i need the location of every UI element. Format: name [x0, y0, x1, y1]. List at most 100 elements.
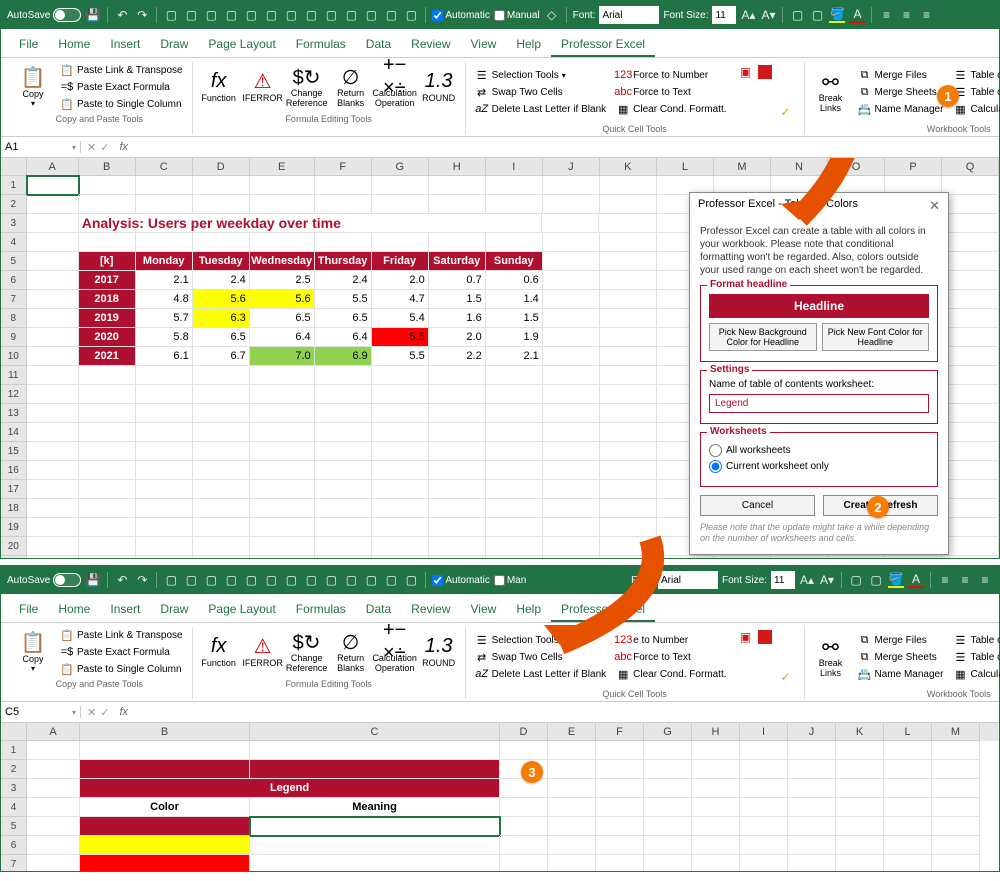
cell[interactable] — [600, 404, 657, 423]
cell[interactable]: 5.8 — [136, 328, 193, 347]
qat-icon[interactable]: M — [758, 84, 774, 100]
cell[interactable] — [644, 817, 692, 836]
cell[interactable]: 2.4 — [193, 271, 250, 290]
swap-cells-button[interactable]: ⇄Swap Two Cells — [472, 84, 610, 100]
row-header[interactable]: 7 — [1, 855, 27, 871]
undo-icon[interactable]: ↶ — [114, 572, 130, 588]
cell[interactable] — [692, 779, 740, 798]
cell[interactable] — [942, 328, 999, 347]
cell[interactable]: Monday — [136, 252, 193, 271]
row-header[interactable]: 14 — [1, 423, 27, 442]
cell[interactable] — [885, 556, 942, 558]
cell[interactable] — [942, 461, 999, 480]
cell[interactable] — [596, 760, 644, 779]
cell[interactable] — [372, 176, 429, 195]
save-icon[interactable]: 💾 — [85, 7, 101, 23]
cell[interactable] — [250, 480, 315, 499]
cell[interactable] — [27, 309, 79, 328]
cell[interactable]: 2.4 — [315, 271, 372, 290]
cell[interactable]: 6.7 — [193, 347, 250, 366]
toc-colors-button[interactable]: ☰Table of Colors — [950, 649, 1000, 665]
cell[interactable] — [486, 233, 543, 252]
qat-icon[interactable]: ✓ — [778, 104, 794, 120]
col-header[interactable]: F — [315, 158, 372, 176]
all-worksheets-radio[interactable]: All worksheets — [709, 444, 929, 457]
col-header[interactable]: N — [771, 158, 828, 176]
font-grow-icon[interactable]: A▴ — [799, 572, 815, 588]
cell[interactable] — [548, 836, 596, 855]
cell[interactable]: 6.9 — [315, 347, 372, 366]
save-icon[interactable]: 💾 — [85, 572, 101, 588]
cell[interactable] — [543, 480, 600, 499]
cell[interactable] — [942, 518, 999, 537]
qat-icon[interactable]: ▢ — [283, 7, 299, 23]
cell[interactable] — [884, 855, 932, 871]
qat-icon[interactable]: ▢ — [163, 7, 179, 23]
row-header[interactable]: 4 — [1, 798, 27, 817]
align-icon[interactable]: ≡ — [898, 7, 914, 23]
cell[interactable] — [27, 817, 80, 836]
cell[interactable] — [27, 347, 79, 366]
cell[interactable] — [486, 176, 543, 195]
qat-icon[interactable]: ▢ — [343, 572, 359, 588]
cell[interactable] — [79, 195, 136, 214]
cell[interactable]: 5.5 — [372, 347, 429, 366]
cell[interactable] — [600, 423, 657, 442]
cell[interactable] — [932, 760, 980, 779]
cell[interactable] — [193, 461, 250, 480]
cell[interactable] — [27, 385, 79, 404]
cell[interactable] — [543, 423, 600, 442]
cell[interactable] — [193, 442, 250, 461]
cell[interactable] — [644, 836, 692, 855]
cell[interactable] — [543, 556, 600, 558]
function-button[interactable]: fxFunction — [199, 67, 239, 107]
qat-icon[interactable] — [758, 65, 772, 79]
cell[interactable] — [27, 480, 79, 499]
cell[interactable] — [250, 537, 315, 556]
round-button[interactable]: 1.3ROUND — [419, 67, 459, 107]
cell[interactable] — [315, 461, 372, 480]
merge-files-button[interactable]: ⧉Merge Files — [855, 67, 947, 83]
col-header[interactable]: H — [429, 158, 486, 176]
col-header[interactable]: J — [543, 158, 600, 176]
cell[interactable] — [788, 798, 836, 817]
cell[interactable] — [942, 385, 999, 404]
cell[interactable]: 2020 — [79, 328, 136, 347]
cell[interactable] — [372, 537, 429, 556]
cell[interactable] — [543, 385, 600, 404]
break-links-button[interactable]: ⚯Break Links — [811, 632, 851, 682]
cell[interactable] — [600, 385, 657, 404]
cell[interactable] — [486, 442, 543, 461]
font-grow-icon[interactable]: A▴ — [740, 7, 756, 23]
cell[interactable] — [429, 423, 486, 442]
cell[interactable] — [692, 741, 740, 760]
cell[interactable] — [600, 271, 657, 290]
cell[interactable] — [942, 233, 999, 252]
cell[interactable]: 5.4 — [372, 309, 429, 328]
cell[interactable] — [250, 518, 315, 537]
cell[interactable] — [429, 366, 486, 385]
cell[interactable] — [429, 404, 486, 423]
cell[interactable] — [942, 195, 999, 214]
cell[interactable] — [136, 195, 193, 214]
cell[interactable] — [372, 480, 429, 499]
cell[interactable] — [429, 499, 486, 518]
paste-exact-button[interactable]: =$Paste Exact Formula — [57, 79, 186, 95]
cell[interactable] — [250, 855, 500, 871]
cell[interactable] — [80, 741, 250, 760]
cell[interactable] — [486, 461, 543, 480]
cell[interactable] — [372, 404, 429, 423]
break-links-button[interactable]: ⚯Break Links — [811, 67, 851, 117]
qat-icon[interactable]: ▢ — [303, 7, 319, 23]
cell[interactable] — [644, 741, 692, 760]
cell[interactable] — [429, 461, 486, 480]
cell[interactable] — [193, 480, 250, 499]
paste-link-button[interactable]: 📋Paste Link & Transpose — [57, 62, 186, 78]
row-header[interactable]: 4 — [1, 233, 27, 252]
cell[interactable]: 2.2 — [429, 347, 486, 366]
qat-icon[interactable]: ▢ — [403, 7, 419, 23]
cell[interactable] — [486, 556, 543, 558]
cell[interactable] — [315, 423, 372, 442]
cell[interactable] — [315, 404, 372, 423]
cell[interactable] — [27, 366, 79, 385]
